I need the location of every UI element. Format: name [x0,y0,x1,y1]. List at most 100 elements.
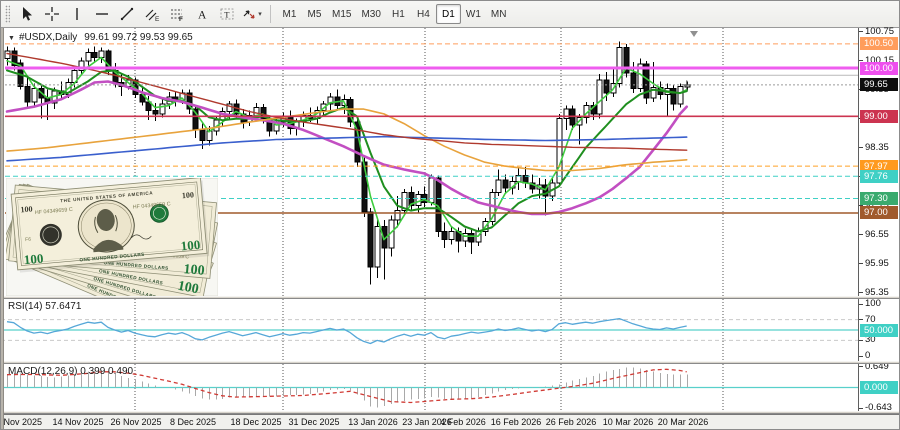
tool-vertical-line-button[interactable] [64,3,89,25]
svg-text:100: 100 [20,204,33,214]
tool-trend-line-button[interactable] [114,3,139,25]
price-tick-label: 98.35 [865,143,889,153]
timeframe-w1-button[interactable]: W1 [461,4,486,24]
tool-arrow-objects-button[interactable]: ▾ [239,3,264,25]
price-badge: 100.50 [860,37,898,50]
timeframe-m5-button[interactable]: M5 [302,4,327,24]
svg-text:F: F [179,16,183,22]
price-tick-label: 0 [865,351,870,361]
svg-text:100: 100 [180,237,201,254]
collapse-indicator-icon[interactable]: ▼ [8,35,15,42]
candle [382,220,387,279]
svg-text:100: 100 [182,190,195,200]
equidistant-channel-icon: E [144,6,160,22]
tool-crosshair-button[interactable] [39,3,64,25]
rsi-label: RSI(14) 57.6471 [8,301,81,312]
timeframe-m15-button[interactable]: M15 [327,4,356,24]
tool-text-button[interactable]: A [189,3,214,25]
candle [442,223,447,248]
text-label-icon: T [219,6,235,22]
timeframe-h1-button[interactable]: H1 [386,4,411,24]
toolbar-drag-handle[interactable] [5,5,10,23]
candle [422,186,427,207]
svg-text:F6: F6 [25,237,32,244]
candle [516,169,521,190]
candle [564,106,569,130]
candle [463,228,468,246]
candle [665,83,670,115]
tool-fibonacci-retracement-button[interactable]: F [164,3,189,25]
candle [496,169,501,196]
price-tick-label: 30 [865,335,876,345]
price-badge: 99.00 [860,110,898,123]
candle [86,49,91,66]
timeframe-group: M1M5M15M30H1H4D1W1MN [277,4,511,24]
symbol-bar: ▼ #USDX,Daily 99.61 99.72 99.53 99.65 [8,32,193,43]
price-tick-mark [859,319,863,320]
dollar-bills-image: HF 04349659 CONE HUNDRED DOLLARS100HF 04… [6,178,218,296]
dropdown-caret-icon: ▾ [258,10,262,18]
price-tick-label: 96.55 [865,230,889,240]
candle [671,85,676,111]
price-tick-mark [859,292,863,293]
rsi-line [7,319,687,344]
candle [375,220,380,278]
svg-text:100: 100 [183,262,205,279]
macd-label: MACD(12,26,9) 0.399 0.490 [8,366,133,377]
pane-splitter[interactable] [1,296,900,299]
candle [543,179,548,215]
tool-text-label-button[interactable]: T [214,3,239,25]
timeframe-m30-button[interactable]: M30 [356,4,385,24]
price-tick-mark [859,340,863,341]
candle [92,46,97,62]
price-tick-mark [859,366,863,367]
price-badge: 0.000 [860,381,898,394]
candle [39,85,44,119]
price-tick-label: 100.75 [865,27,894,37]
time-axis[interactable]: 4 Nov 202514 Nov 202526 Nov 20258 Dec 20… [1,414,900,430]
tool-equidistant-channel-button[interactable]: E [139,3,164,25]
trend-line-icon [119,6,135,22]
price-tick-mark [859,263,863,264]
price-axis[interactable]: 100.75100.1599.5598.9598.3597.7597.1596.… [858,28,900,414]
tool-cursor-button[interactable] [14,3,39,25]
timeframe-h4-button[interactable]: H4 [411,4,436,24]
price-badge: 99.65 [860,78,898,91]
symbol-title: #USDX,Daily [19,32,77,43]
price-tick-label: 100 [865,299,881,309]
price-tick-mark [859,304,863,305]
tool-horizontal-line-button[interactable] [89,3,114,25]
candle [187,90,192,114]
candle [624,44,629,78]
candle [368,208,373,284]
price-tick-mark [859,234,863,235]
pane-splitter[interactable] [1,361,900,364]
chart-shift-marker-icon[interactable] [690,31,698,37]
candle [523,167,528,188]
vertical-line-icon [69,6,85,22]
price-badge: 97.76 [860,170,898,183]
chart-window: ▼ #USDX,Daily 99.61 99.72 99.53 99.65 HF 0… [1,28,900,430]
candle [557,114,562,186]
last-bar-marker-icon [682,80,691,89]
arrow-objects-icon [241,6,257,22]
time-axis-label: 8 Dec 2025 [159,417,227,427]
symbol-ohlc-values: 99.61 99.72 99.53 99.65 [84,32,192,43]
candle [469,230,474,254]
candle [160,99,165,117]
candle [678,83,683,107]
trading-terminal-window: E FAT ▾ M1M5M15M30H1H4D1W1MN ▼ #USDX,Daily 9… [0,0,900,430]
timeframe-m1-button[interactable]: M1 [277,4,302,24]
candle [389,215,394,256]
candle [449,227,454,245]
drawing-tools-group: E FAT ▾ [14,3,264,25]
time-axis-label: 31 Dec 2025 [280,417,348,427]
timeframe-d1-button[interactable]: D1 [436,4,461,24]
axis-splitter[interactable] [1,411,900,414]
price-badge: 97.00 [860,206,898,219]
price-tick-mark [859,147,863,148]
price-tick-mark [859,31,863,32]
crosshair-icon [44,6,60,22]
rsi-pane[interactable] [1,299,858,361]
timeframe-mn-button[interactable]: MN [486,4,512,24]
